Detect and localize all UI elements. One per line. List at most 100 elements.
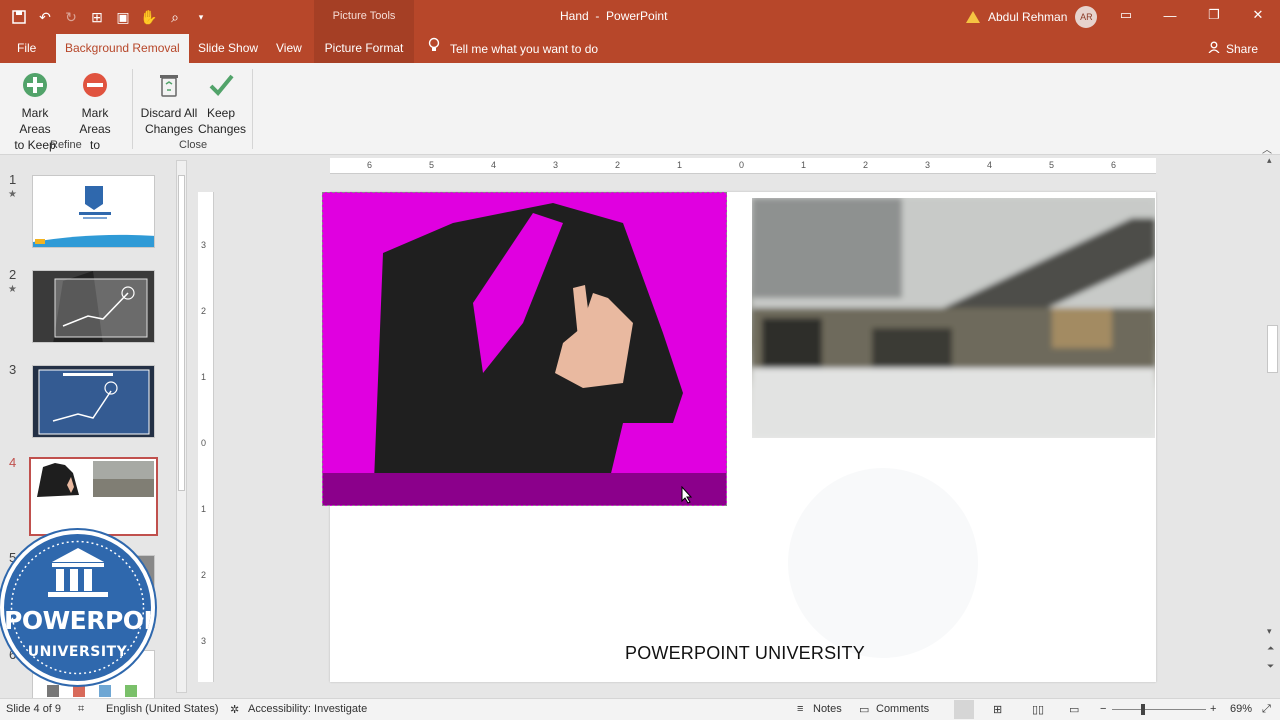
slide-thumbnail-2[interactable] (32, 270, 155, 343)
comments-icon: ▭ (859, 704, 870, 716)
ruler-tick-label: 6 (1111, 160, 1117, 170)
language-status[interactable]: English (United States) (106, 703, 219, 715)
mark-keep-label-1: Mark Areas (19, 106, 51, 136)
undo-icon[interactable]: ↶ (34, 6, 56, 28)
slide-number: 3 (9, 362, 17, 377)
close-icon[interactable]: ✕ (1236, 0, 1280, 30)
ruler-tick-label: 1 (201, 372, 207, 382)
window-controls: ▭ — ❐ ✕ (1104, 0, 1280, 34)
slide-caption[interactable]: POWERPOINT UNIVERSITY (625, 643, 865, 664)
user-name: Abdul Rehman (988, 10, 1068, 24)
print-preview-icon[interactable]: ⌕ (164, 6, 186, 28)
tab-background-removal[interactable]: Background Removal (56, 34, 189, 63)
ribbon: Mark Areas to Keep Mark Areas to Remove … (0, 63, 1280, 168)
slide-number: 1 (9, 172, 17, 187)
tab-slide-show[interactable]: Slide Show (189, 34, 267, 63)
keep-changes-button[interactable]: Keep Changes (198, 67, 247, 137)
presenter-icon[interactable]: ▣ (112, 6, 134, 28)
comments-button[interactable]: Comments (876, 703, 929, 715)
watermark-logo (788, 468, 978, 658)
zoom-level[interactable]: 69% (1230, 703, 1252, 715)
mark-areas-to-remove-button[interactable]: Mark Areas to Remove (66, 67, 124, 169)
ribbon-tabs: File Background Removal Slide Show View … (0, 34, 1280, 63)
previous-slide-icon[interactable]: ⏶ (1267, 643, 1274, 654)
zoom-slider-thumb[interactable] (1141, 704, 1145, 715)
slideshow-icon[interactable]: ▭ (1069, 703, 1079, 716)
hand-photo-selected[interactable] (322, 192, 727, 506)
touch-mode-icon[interactable]: ✋ (138, 6, 160, 28)
ruler-tick-label: 3 (201, 636, 207, 646)
keep-label-2: Changes (198, 122, 247, 136)
ruler-tick-label: 2 (201, 306, 207, 316)
quick-access-toolbar: ↶ ↻ ⊞ ▣ ✋ ⌕ ▾ (8, 6, 212, 28)
zoom-out-icon[interactable]: − (1100, 703, 1106, 715)
ruler-tick-label: 5 (1049, 160, 1055, 170)
slide-thumbnail-1[interactable] (32, 175, 155, 248)
transition-star-icon: ★ (8, 189, 17, 200)
scroll-up-icon[interactable]: ▴ (1267, 155, 1272, 166)
discard-all-changes-button[interactable]: Discard All Changes (140, 67, 198, 137)
ruler-tick-label: 1 (801, 160, 807, 170)
fit-slide-icon[interactable]: ⤢ (1262, 703, 1271, 716)
editor-scrollbar[interactable]: ▴ ▾ ⏶ ⏷ (1265, 155, 1280, 695)
spell-check-icon[interactable]: ⌗ (78, 703, 84, 716)
ruler-tick-label: 3 (553, 160, 559, 170)
accessibility-status[interactable]: Accessibility: Investigate (248, 703, 367, 715)
share-button[interactable]: Share (1208, 34, 1258, 63)
logo-subtext: UNIVERSITY (27, 644, 128, 660)
scroll-down-icon[interactable]: ▾ (1267, 626, 1272, 637)
tell-me-label: Tell me what you want to do (450, 41, 599, 56)
notes-button[interactable]: Notes (813, 703, 842, 715)
thumbnail-scrollbar[interactable] (176, 160, 187, 693)
customize-qat-icon[interactable]: ▾ (190, 6, 212, 28)
status-bar: Slide 4 of 9 ⌗ English (United States) ✲… (0, 698, 1280, 720)
redo-icon[interactable]: ↻ (60, 6, 82, 28)
accessibility-icon[interactable]: ✲ (230, 703, 239, 716)
ruler-tick-label: 2 (201, 570, 207, 580)
slide-thumbnail-4-selected[interactable] (29, 457, 158, 536)
warning-icon (966, 11, 980, 23)
ruler-tick-label: 2 (863, 160, 869, 170)
horizontal-ruler: 6 5 4 3 2 1 0 1 2 3 4 5 6 (330, 158, 1156, 174)
account-area[interactable]: Abdul Rehman AR (966, 6, 1098, 28)
zoom-in-icon[interactable]: + (1210, 703, 1216, 715)
tab-file[interactable]: File (8, 34, 45, 63)
tell-me-search[interactable]: Tell me what you want to do (428, 34, 598, 63)
group-label-close: Close (179, 139, 208, 151)
ruler-tick-label: 0 (739, 160, 745, 170)
slide-thumbnail-3[interactable] (32, 365, 155, 438)
notes-icon: ≡ (797, 703, 804, 715)
reading-view-icon[interactable]: ▯▯ (1032, 703, 1044, 716)
ruler-tick-label: 3 (925, 160, 931, 170)
zoom-slider[interactable] (1112, 709, 1206, 710)
editor-scrollbar-thumb[interactable] (1267, 325, 1278, 373)
title-bar: ↶ ↻ ⊞ ▣ ✋ ⌕ ▾ Picture Tools Hand - Power… (0, 0, 1280, 34)
start-from-beginning-icon[interactable]: ⊞ (86, 6, 108, 28)
normal-view-icon[interactable] (954, 700, 974, 719)
office-photo[interactable] (752, 198, 1155, 438)
ruler-tick-label: 4 (491, 160, 497, 170)
lightbulb-icon (428, 35, 440, 63)
next-slide-icon[interactable]: ⏷ (1267, 661, 1274, 672)
mark-remove-label-1: Mark Areas (79, 106, 111, 136)
ribbon-display-options-icon[interactable]: ▭ (1104, 0, 1148, 30)
restore-icon[interactable]: ❐ (1192, 0, 1236, 30)
minimize-icon[interactable]: — (1148, 0, 1192, 30)
ruler-tick-label: 1 (201, 504, 207, 514)
powerpoint-university-logo: POWERPOINT UNIVERSITY (0, 530, 155, 685)
save-icon[interactable] (8, 6, 30, 28)
ruler-tick-label: 6 (367, 160, 373, 170)
slide-sorter-icon[interactable]: ⊞ (993, 703, 1002, 716)
tab-view[interactable]: View (267, 34, 311, 63)
tab-picture-format[interactable]: Picture Format (314, 34, 414, 63)
vertical-ruler: 3 2 1 0 1 2 3 (198, 192, 214, 682)
ruler-tick-label: 5 (429, 160, 435, 170)
discard-label-2: Changes (144, 122, 194, 136)
group-separator (252, 69, 253, 149)
collapse-ribbon-icon[interactable]: ︿ (1262, 141, 1272, 156)
ruler-tick-label: 3 (201, 240, 207, 250)
thumbnail-scrollbar-thumb[interactable] (178, 175, 185, 491)
ruler-tick-label: 4 (987, 160, 993, 170)
avatar[interactable]: AR (1075, 6, 1098, 28)
slide-number: 2 (9, 267, 17, 282)
